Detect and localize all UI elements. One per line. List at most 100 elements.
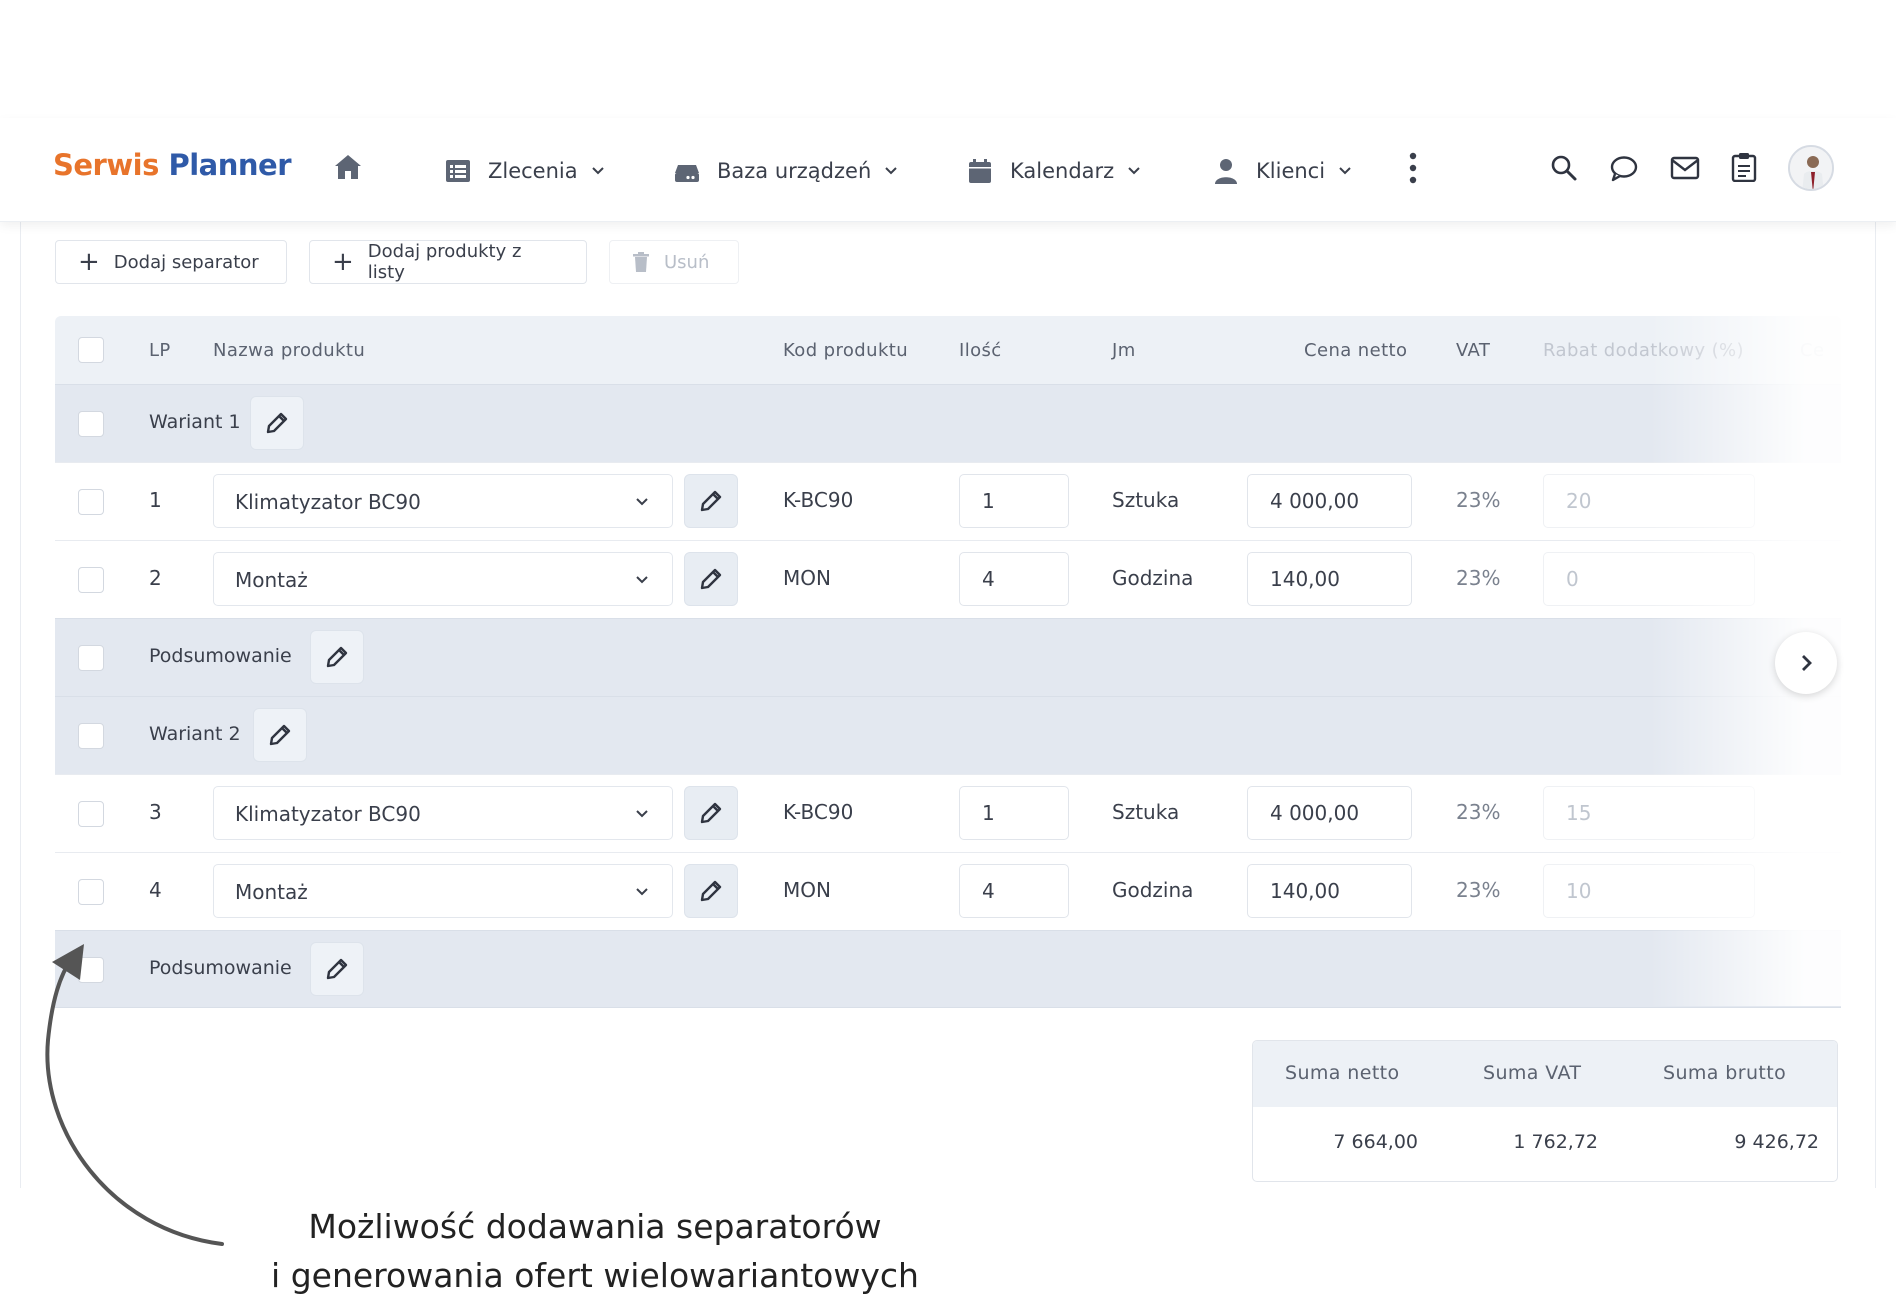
more-vertical-icon[interactable] [1408, 152, 1418, 184]
nav-zlecenia[interactable]: Zlecenia [444, 151, 606, 191]
table-header: LP Nazwa produktu Kod produktu Ilość Jm … [55, 316, 1841, 384]
edit-separator-button[interactable] [310, 942, 364, 996]
quantity-input[interactable]: 1 [959, 474, 1069, 528]
calendar-icon [969, 159, 991, 183]
product-code: K-BC90 [783, 488, 854, 512]
separator-row: Wariant 2 [55, 696, 1841, 774]
discount-input[interactable]: 15 [1543, 786, 1755, 840]
pencil-icon [269, 724, 291, 746]
col-code: Kod produktu [783, 340, 909, 361]
net-price-input[interactable]: 4 000,00 [1247, 474, 1412, 528]
unit: Sztuka [1112, 800, 1180, 824]
sum-gross-label: Suma brutto [1663, 1062, 1787, 1084]
product-select[interactable]: Klimatyzator BC90 [213, 474, 673, 528]
product-code: MON [783, 878, 831, 902]
unit: Godzina [1112, 878, 1194, 902]
vat-value: 23% [1456, 878, 1501, 902]
edit-product-button[interactable] [684, 786, 738, 840]
discount-input[interactable]: 10 [1543, 864, 1755, 918]
totals-summary: Suma netto Suma VAT Suma brutto 7 664,00… [1252, 1040, 1838, 1182]
clipboard-icon[interactable] [1731, 152, 1757, 182]
pencil-icon [326, 958, 348, 980]
nav-kalendarz-label: Kalendarz [1010, 159, 1115, 183]
edit-product-button[interactable] [684, 474, 738, 528]
col-vat: VAT [1456, 340, 1491, 361]
discount-input[interactable]: 0 [1543, 552, 1755, 606]
pencil-icon [326, 646, 348, 668]
product-select[interactable]: Klimatyzator BC90 [213, 786, 673, 840]
chat-icon[interactable] [1609, 154, 1639, 182]
chevron-down-icon [636, 810, 648, 818]
sum-vat-value: 1 762,72 [1513, 1131, 1598, 1153]
app-logo[interactable]: Serwis Planner [53, 148, 291, 182]
quantity-input[interactable]: 1 [959, 786, 1069, 840]
edit-product-button[interactable] [684, 864, 738, 918]
chevron-right-icon [1802, 655, 1812, 671]
delete-button[interactable]: Usuń [609, 240, 739, 284]
search-icon[interactable] [1550, 154, 1578, 182]
feature-caption: Możliwość dodawania separatorów i genero… [200, 1202, 990, 1300]
table-row: 1 Klimatyzator BC90 K-BC90 1 Sztuka 4 00… [55, 462, 1841, 540]
chevron-down-icon [636, 498, 648, 506]
vat-value: 23% [1456, 800, 1501, 824]
pencil-icon [700, 490, 722, 512]
col-price: Cena netto [1304, 340, 1408, 361]
product-select[interactable]: Montaż [213, 552, 673, 606]
nav-baza-label: Baza urządzeń [717, 159, 872, 183]
product-code: MON [783, 566, 831, 590]
sum-vat-label: Suma VAT [1483, 1062, 1582, 1084]
product-select[interactable]: Montaż [213, 864, 673, 918]
sum-net-label: Suma netto [1285, 1062, 1400, 1084]
unit: Sztuka [1112, 488, 1180, 512]
quantity-input[interactable]: 4 [959, 552, 1069, 606]
mail-icon[interactable] [1670, 156, 1700, 180]
nav-kalendarz[interactable]: Kalendarz [966, 151, 1142, 191]
top-navbar: Serwis Planner Zlecenia Baza urządzeń Ka… [0, 118, 1896, 222]
pencil-icon [700, 568, 722, 590]
net-price-input[interactable]: 140,00 [1247, 552, 1412, 606]
nav-klienci-label: Klienci [1256, 159, 1326, 183]
plus-icon: + [332, 247, 354, 277]
list-icon [446, 160, 470, 182]
unit: Godzina [1112, 566, 1194, 590]
pencil-icon [700, 880, 722, 902]
chevron-down-icon [636, 888, 648, 896]
separator-row: Podsumowanie [55, 930, 1841, 1008]
col-next: Ce [1800, 340, 1825, 361]
quantity-input[interactable]: 4 [959, 864, 1069, 918]
user-icon [1215, 159, 1237, 184]
add-products-from-list-button[interactable]: + Dodaj produkty z listy [309, 240, 587, 284]
table-row: 3 Klimatyzator BC90 K-BC90 1 Sztuka 4 00… [55, 774, 1841, 852]
net-price-input[interactable]: 140,00 [1247, 864, 1412, 918]
user-photo-icon [1790, 147, 1832, 189]
col-unit: Jm [1112, 340, 1136, 361]
home-icon[interactable] [333, 153, 363, 181]
discount-input[interactable]: 20 [1543, 474, 1755, 528]
edit-separator-button[interactable] [253, 708, 307, 762]
chevron-down-icon [1128, 167, 1140, 175]
vat-value: 23% [1456, 488, 1501, 512]
sum-net-value: 7 664,00 [1333, 1131, 1418, 1153]
vat-value: 23% [1456, 566, 1501, 590]
separator-row: Podsumowanie [55, 618, 1841, 696]
pencil-icon [266, 412, 288, 434]
nav-baza-urzadzen[interactable]: Baza urządzeń [673, 151, 899, 191]
chevron-down-icon [591, 167, 604, 175]
device-icon [675, 165, 699, 182]
edit-product-button[interactable] [684, 552, 738, 606]
nav-klienci[interactable]: Klienci [1212, 151, 1353, 191]
net-price-input[interactable]: 4 000,00 [1247, 786, 1412, 840]
trash-icon [633, 252, 649, 272]
table-row: 4 Montaż MON 4 Godzina 140,00 23% 10 [55, 852, 1841, 930]
nav-zlecenia-label: Zlecenia [488, 159, 578, 183]
table-row: 2 Montaż MON 4 Godzina 140,00 23% 0 [55, 540, 1841, 618]
edit-separator-button[interactable] [310, 630, 364, 684]
col-qty: Ilość [959, 340, 1002, 361]
caption-line-1: Możliwość dodawania separatorów [308, 1207, 882, 1246]
chevron-down-icon [885, 167, 897, 175]
chevron-down-icon [1339, 167, 1351, 175]
avatar[interactable] [1788, 145, 1834, 191]
scroll-right-button[interactable] [1775, 632, 1837, 694]
chevron-down-icon [636, 576, 648, 584]
caption-line-2: i generowania ofert wielowariantowych [271, 1256, 919, 1295]
